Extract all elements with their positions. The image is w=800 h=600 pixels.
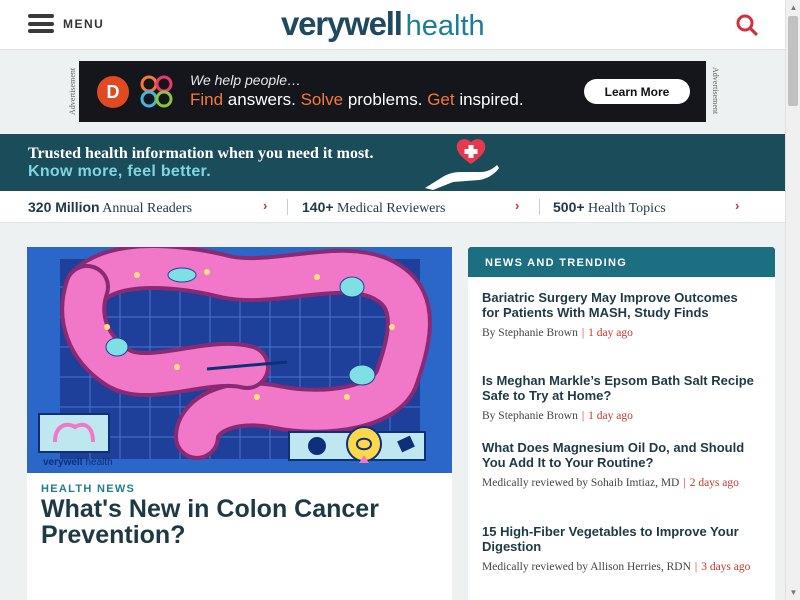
- ad-banner[interactable]: D We help people… Find answers. Solve pr…: [79, 61, 706, 122]
- list-item[interactable]: Bariatric Surgery May Improve Outcomes f…: [482, 290, 757, 342]
- news-trending-panel: NEWS AND TRENDING Bariatric Surgery May …: [468, 247, 775, 600]
- stat-health-topics[interactable]: 500+ Health Topics: [553, 199, 666, 217]
- search-icon[interactable]: [735, 13, 759, 37]
- promo-headline: Trusted health information when you need…: [28, 145, 374, 162]
- hamburger-icon: [28, 14, 54, 33]
- featured-article-image[interactable]: verywell health: [27, 247, 452, 473]
- menu-label: MENU: [63, 16, 105, 31]
- chevron-right-icon[interactable]: ›: [263, 198, 267, 213]
- heart-in-hand-icon: [425, 139, 499, 190]
- list-item[interactable]: What Does Magnesium Oil Do, and Should Y…: [482, 440, 757, 492]
- ad-headline: We help people…: [190, 72, 302, 88]
- news-item-title[interactable]: 15 High-Fiber Vegetables to Improve Your…: [482, 524, 757, 554]
- site-header: MENU verywell health: [0, 0, 785, 50]
- stat-medical-reviewers[interactable]: 140+ Medical Reviewers: [302, 199, 446, 217]
- ad-tagline: Find answers. Solve problems. Get inspir…: [190, 90, 524, 109]
- svg-text:verywellhealth: verywell health: [43, 457, 113, 468]
- stat-annual-readers[interactable]: 320 Million Annual Readers: [28, 199, 192, 217]
- list-item[interactable]: Is Meghan Markle’s Epsom Bath Salt Recip…: [482, 373, 757, 425]
- news-item-title[interactable]: Bariatric Surgery May Improve Outcomes f…: [482, 290, 757, 320]
- chevron-right-icon[interactable]: ›: [735, 198, 739, 213]
- news-item-title[interactable]: Is Meghan Markle’s Epsom Bath Salt Recip…: [482, 373, 757, 403]
- news-item-meta: Medically reviewed by Allison Herries, R…: [482, 561, 751, 573]
- site-logo[interactable]: verywell health: [281, 4, 485, 46]
- featured-article-title[interactable]: What's New in Colon Cancer Prevention?: [41, 496, 441, 548]
- ad-brand-mark-icon: [140, 75, 173, 108]
- stats-strip: 320 Million Annual Readers › 140+ Medica…: [0, 191, 785, 223]
- article-category[interactable]: HEALTH NEWS: [41, 483, 135, 495]
- scroll-down-arrow-icon[interactable]: ▼: [786, 585, 800, 600]
- news-trending-heading: NEWS AND TRENDING: [468, 247, 775, 277]
- featured-article-card[interactable]: verywell health HEALTH NEWS What's New in…: [27, 247, 452, 600]
- ad-learn-more-button[interactable]: Learn More: [584, 79, 690, 104]
- stat-divider: [287, 199, 288, 215]
- news-item-meta: By Stephanie Brown | 1 day ago: [482, 327, 633, 339]
- promo-subheadline: Know more, feel better.: [28, 163, 211, 180]
- scroll-up-arrow-icon[interactable]: ▲: [786, 0, 800, 15]
- scrollbar-thumb[interactable]: [788, 16, 798, 106]
- menu-button[interactable]: MENU: [28, 14, 104, 33]
- promo-banner: Trusted health information when you need…: [0, 134, 785, 191]
- stat-divider: [539, 199, 540, 215]
- ad-brand-logo: D: [97, 76, 129, 108]
- page-scrollbar[interactable]: ▲ ▼: [785, 0, 800, 600]
- news-item-meta: Medically reviewed by Sohaib Imtiaz, MD |…: [482, 477, 739, 489]
- ad-label: Advertisement: [711, 67, 720, 115]
- news-item-meta: By Stephanie Brown | 1 day ago: [482, 410, 633, 422]
- chevron-right-icon[interactable]: ›: [515, 198, 519, 213]
- colon-illustration: verywell health: [27, 247, 452, 473]
- news-item-title[interactable]: What Does Magnesium Oil Do, and Should Y…: [482, 440, 757, 470]
- ad-label: Advertisement: [68, 67, 77, 115]
- list-item[interactable]: 15 High-Fiber Vegetables to Improve Your…: [482, 524, 757, 576]
